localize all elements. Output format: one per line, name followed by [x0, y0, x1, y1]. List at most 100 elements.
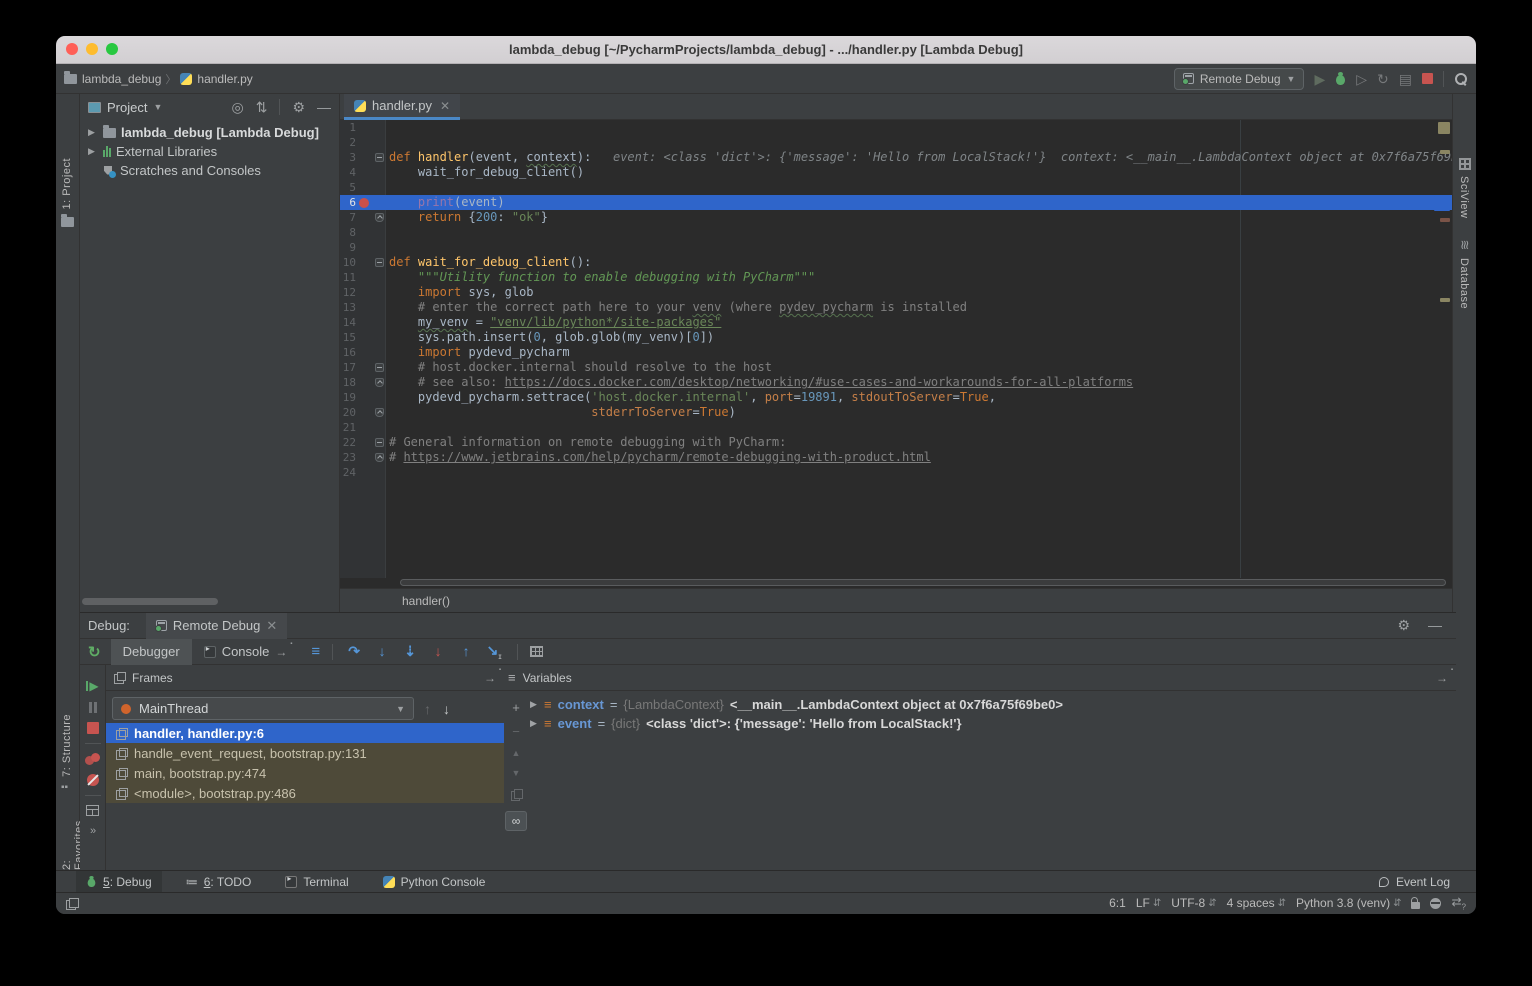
fold-gutter[interactable] — [372, 378, 386, 387]
fold-gutter[interactable] — [372, 363, 386, 372]
project-tree-item[interactable]: Scratches and Consoles — [80, 161, 339, 180]
debug-button[interactable] — [1335, 72, 1346, 85]
code-line[interactable]: 5 — [340, 180, 1452, 195]
error-stripe-mark[interactable] — [1434, 196, 1450, 211]
event-log-button[interactable]: Event Log — [1379, 875, 1450, 889]
code-line[interactable]: 9 — [340, 240, 1452, 255]
tool-window-button-todo[interactable]: ≔6: TODO — [176, 871, 262, 893]
expand-arrow-icon[interactable]: ▶ — [530, 699, 538, 710]
error-stripe-mark[interactable] — [1440, 298, 1450, 302]
close-window-button[interactable] — [66, 43, 78, 55]
step-into-button[interactable]: ↓ — [369, 643, 395, 659]
resume-program-button[interactable]: ▶ — [86, 679, 98, 693]
stop-process-button[interactable] — [87, 722, 99, 734]
expand-arrow-icon[interactable]: ▶ — [88, 127, 98, 138]
editor-context-breadcrumb[interactable]: handler() — [402, 594, 450, 608]
pin-tab-icon[interactable]: → — [275, 645, 287, 659]
tool-window-button-python-console[interactable]: Python Console — [373, 871, 496, 893]
editor-horizontal-scrollbar[interactable] — [340, 578, 1452, 588]
caret-position[interactable]: 6:1 — [1109, 896, 1126, 910]
code-line[interactable]: 21 — [340, 420, 1452, 435]
pin-panel-icon[interactable]: → — [1436, 671, 1448, 685]
tool-button-project[interactable]: 1: Project — [61, 158, 73, 209]
restore-layout-button[interactable] — [86, 805, 99, 816]
code-line[interactable]: 10def wait_for_debug_client(): — [340, 255, 1452, 270]
breakpoint-gutter[interactable] — [356, 198, 372, 208]
pin-panel-icon[interactable]: → — [484, 671, 496, 685]
code-line[interactable]: 14 my_venv = "venv/lib/python*/site-pack… — [340, 315, 1452, 330]
project-tree-item[interactable]: ▶lambda_debug [Lambda Debug] — [80, 123, 339, 142]
coverage-button[interactable]: ▷ — [1356, 72, 1367, 86]
layout-options-icon[interactable]: ≡ — [311, 643, 320, 660]
code-line[interactable]: 7 return {200: "ok"} — [340, 210, 1452, 225]
run-configuration-selector[interactable]: Remote Debug ▼ — [1174, 68, 1305, 90]
tab-debugger[interactable]: Debugger — [111, 639, 192, 665]
pause-program-button[interactable] — [89, 702, 97, 713]
fold-gutter[interactable] — [372, 453, 386, 462]
line-separator-widget[interactable]: LF⇵ — [1136, 896, 1161, 910]
tool-button-database[interactable]: Database — [1458, 258, 1470, 309]
debug-session-tab[interactable]: Remote Debug ✕ — [146, 613, 287, 639]
profiler-button[interactable]: ↻ — [1377, 72, 1389, 86]
error-stripe-mark[interactable] — [1440, 218, 1450, 222]
view-breakpoints-table-icon[interactable] — [530, 646, 543, 657]
code-line[interactable]: 17 # host.docker.internal should resolve… — [340, 360, 1452, 375]
rerun-button[interactable]: ↻ — [88, 643, 101, 661]
code-line[interactable]: 4 wait_for_debug_client() — [340, 165, 1452, 180]
interpreter-widget[interactable]: Python 3.8 (venv)⇵ — [1296, 896, 1401, 910]
fold-gutter[interactable] — [372, 438, 386, 447]
code-editor[interactable]: 123def handler(event, context): event: <… — [340, 120, 1452, 578]
code-line[interactable]: 12 import sys, glob — [340, 285, 1452, 300]
locate-file-button[interactable]: ◎ — [231, 99, 243, 116]
code-line[interactable]: 11 """Utility function to enable debuggi… — [340, 270, 1452, 285]
code-line[interactable]: 1 — [340, 120, 1452, 135]
code-line[interactable]: 3def handler(event, context): event: <cl… — [340, 150, 1452, 165]
next-frame-button[interactable]: ↓ — [443, 701, 450, 717]
settings-gear-icon[interactable]: ⚙ — [292, 99, 305, 116]
run-with-button[interactable]: ▤ — [1399, 72, 1412, 86]
stack-frame-row[interactable]: handle_event_request, bootstrap.py:131 — [106, 743, 504, 763]
run-to-cursor-button[interactable]: ↘ɪ — [481, 642, 507, 661]
fold-gutter[interactable] — [372, 213, 386, 222]
status-stack-icon[interactable] — [66, 898, 77, 909]
code-line[interactable]: 8 — [340, 225, 1452, 240]
breakpoint-dot[interactable] — [359, 198, 369, 208]
breadcrumb-file[interactable]: handler.py — [180, 72, 252, 86]
code-line[interactable]: 23# https://www.jetbrains.com/help/pycha… — [340, 450, 1452, 465]
tab-console[interactable]: Console → — [192, 639, 300, 665]
run-button[interactable]: ▶ — [1314, 72, 1325, 86]
error-stripe-mark[interactable] — [1438, 122, 1450, 134]
tool-window-button-debug[interactable]: 5: Debug — [76, 871, 162, 893]
code-line[interactable]: 18 # see also: https://docs.docker.com/d… — [340, 375, 1452, 390]
project-horizontal-scrollbar[interactable] — [82, 598, 218, 605]
encoding-widget[interactable]: UTF-8⇵ — [1171, 896, 1216, 910]
variables-menu-icon[interactable]: ≡ — [508, 670, 516, 685]
stack-frame-row[interactable]: <module>, bootstrap.py:486 — [106, 783, 504, 803]
code-line[interactable]: 24 — [340, 465, 1452, 480]
close-tab-icon[interactable]: ✕ — [266, 618, 277, 634]
readonly-lock-icon[interactable] — [1411, 902, 1420, 909]
code-line[interactable]: 2 — [340, 135, 1452, 150]
search-everywhere-icon[interactable] — [1454, 72, 1468, 86]
error-stripe-mark[interactable] — [1440, 150, 1450, 154]
sync-status-icon[interactable]: ⇄? — [1451, 895, 1466, 911]
code-line[interactable]: 19 pydevd_pycharm.settrace('host.docker.… — [340, 390, 1452, 405]
thread-selector[interactable]: MainThread ▼ — [112, 697, 414, 720]
project-tree-item[interactable]: ▶External Libraries — [80, 142, 339, 161]
fold-gutter[interactable] — [372, 408, 386, 417]
tool-button-sciview[interactable]: SciView — [1458, 176, 1470, 218]
smart-step-into-button[interactable]: ↓ — [425, 643, 451, 659]
stack-frame-row[interactable]: handler, handler.py:6 — [106, 723, 504, 743]
zoom-window-button[interactable] — [106, 43, 118, 55]
editor-tab-handler-py[interactable]: handler.py ✕ — [344, 94, 460, 120]
mute-breakpoints-button[interactable] — [87, 774, 99, 786]
code-line[interactable]: 22# General information on remote debugg… — [340, 435, 1452, 450]
step-over-button[interactable]: ↷ — [341, 643, 367, 660]
breadcrumb-project[interactable]: lambda_debug — [64, 72, 161, 86]
force-step-into-button[interactable]: ⇣ — [397, 643, 423, 660]
code-line[interactable]: 20 stderrToServer=True) — [340, 405, 1452, 420]
stop-button[interactable] — [1422, 73, 1433, 84]
indent-widget[interactable]: 4 spaces⇵ — [1227, 896, 1286, 910]
expand-arrow-icon[interactable]: ▶ — [88, 146, 98, 157]
execution-line[interactable]: 6 print(event) — [340, 195, 1452, 210]
